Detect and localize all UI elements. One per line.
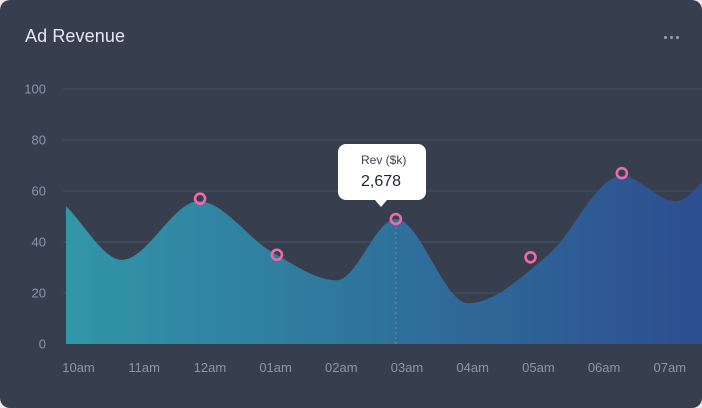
y-tick-label: 40 [32,235,46,250]
x-tick-label: 12am [194,360,227,375]
y-tick-label: 100 [24,82,46,97]
tooltip-label: Rev ($k) [361,153,407,167]
x-tick-label: 02am [325,360,358,375]
y-axis: 0 20 40 60 80 100 [24,82,46,352]
value-tooltip: Rev ($k) 2,678 [338,144,426,207]
x-tick-label: 05am [522,360,555,375]
x-tick-label: 10am [62,360,95,375]
x-tick-label: 04am [456,360,489,375]
tooltip-value: 2,678 [361,173,402,190]
x-axis: 10am 11am 12am 01am 02am 03am 04am 05am 06am 07am [62,360,686,375]
y-tick-label: 80 [32,133,46,148]
x-tick-label: 01am [259,360,292,375]
x-tick-label: 03am [391,360,424,375]
data-point-marker[interactable] [524,250,537,264]
x-tick-label: 11am [128,360,160,375]
area-chart: 0 20 40 60 80 100 10am 11am 12am 01am 02am 03am 04a… [24,82,702,375]
y-tick-label: 20 [32,286,46,301]
y-tick-label: 60 [32,184,46,199]
x-tick-label: 07am [654,360,687,375]
ad-revenue-card: Ad Revenue 0 20 40 60 80 100 10am 11am 12am 01am… [0,0,702,408]
x-tick-label: 06am [588,360,621,375]
y-tick-label: 0 [39,337,46,352]
